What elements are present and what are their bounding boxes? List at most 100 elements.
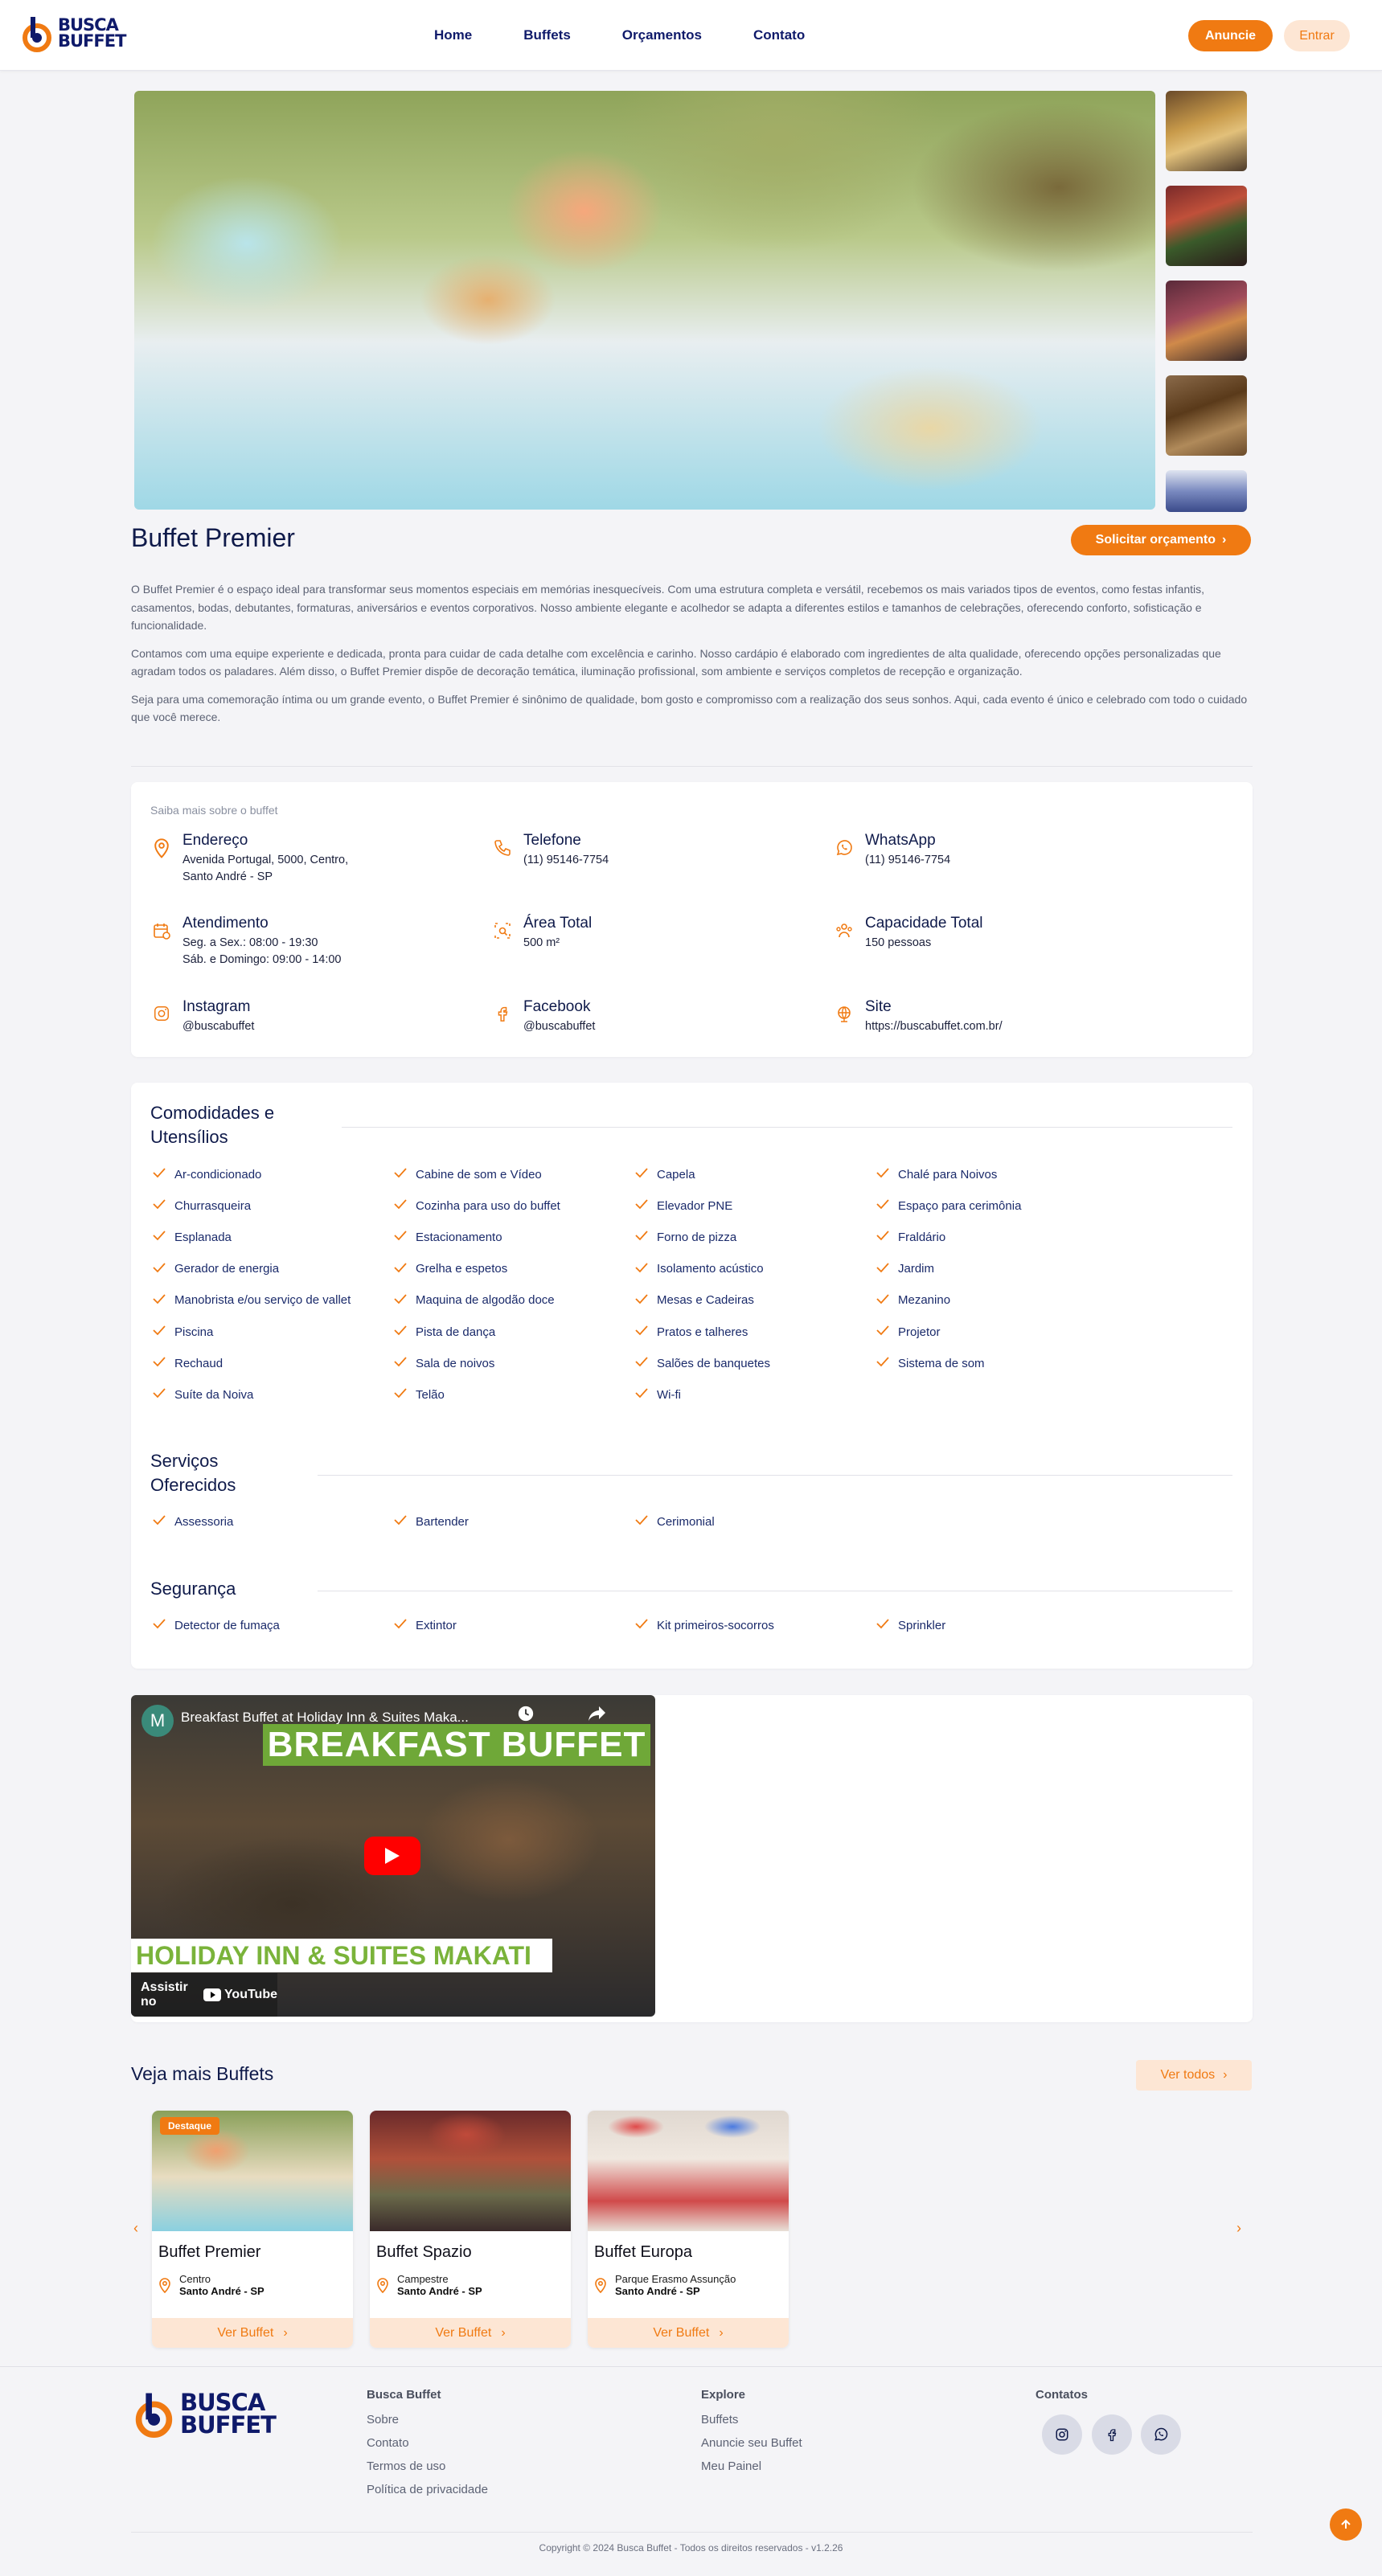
instagram-icon [150, 1005, 173, 1027]
info-label: Atendimento [182, 915, 269, 932]
info-label: WhatsApp [865, 832, 936, 849]
footer-col-contatos: Contatos [1035, 2388, 1088, 2402]
check-icon [393, 1356, 408, 1370]
amenities-card: Comodidades e Utensílios Ar-condicionado C… [131, 1083, 1253, 1669]
amenity-item: Grelha e espetos [393, 1262, 507, 1276]
footer-link[interactable]: Política de privacidade [367, 2483, 488, 2496]
gallery-thumb[interactable] [1166, 281, 1247, 361]
check-icon [634, 1167, 649, 1182]
amenity-item: Wi-fi [634, 1387, 681, 1402]
info-telefone[interactable]: Telefone (11) 95146-7754 [491, 832, 609, 869]
footer-logo[interactable]: BUSCA BUFFET [135, 2391, 277, 2438]
amenity-item: Kit primeiros-socorros [634, 1618, 774, 1632]
footer-link[interactable]: Contato [367, 2436, 488, 2450]
anuncie-button[interactable]: Anuncie [1188, 20, 1273, 51]
info-label: Telefone [523, 832, 581, 849]
amenity-item: Detector de fumaça [152, 1618, 280, 1632]
gallery-thumb[interactable] [1166, 375, 1247, 456]
buffet-card[interactable]: Buffet Europa Parque Erasmo Assunção Sant… [588, 2111, 789, 2348]
globe-icon [833, 1005, 855, 1027]
destaque-badge: Destaque [160, 2117, 220, 2135]
whatsapp-icon[interactable] [1141, 2414, 1181, 2455]
map-pin-icon [150, 838, 173, 861]
watch-on-youtube-button[interactable]: Assistir no YouTube [131, 1973, 277, 2017]
footer-col-explore: Explore Buffets Anuncie seu Buffet Meu P… [701, 2388, 802, 2473]
hero-image[interactable] [134, 91, 1155, 510]
check-icon [876, 1618, 890, 1632]
buffet-card[interactable]: Buffet Spazio Campestre Santo André - SP … [370, 2111, 571, 2348]
facebook-icon[interactable] [1092, 2414, 1132, 2455]
check-icon [393, 1325, 408, 1339]
check-icon [393, 1198, 408, 1213]
amenity-item: Fraldário [876, 1230, 945, 1244]
footer-link[interactable]: Meu Painel [701, 2459, 802, 2473]
amenity-item: Telão [393, 1387, 445, 1402]
buffet-card-name: Buffet Spazio [376, 2243, 472, 2261]
footer-link[interactable]: Sobre [367, 2413, 488, 2427]
amenity-item: Pratos e talheres [634, 1325, 748, 1339]
info-whatsapp[interactable]: WhatsApp (11) 95146-7754 [833, 832, 950, 869]
channel-avatar[interactable]: M [141, 1705, 174, 1737]
check-icon [152, 1618, 166, 1632]
info-facebook[interactable]: Facebook @buscabuffet [491, 998, 595, 1035]
video-title[interactable]: Breakfast Buffet at Holiday Inn & Suites… [181, 1710, 469, 1726]
watch-later-icon[interactable] [517, 1705, 535, 1726]
nav-contato[interactable]: Contato [753, 27, 805, 43]
buffet-card-image [588, 2111, 789, 2231]
info-value: (11) 95146-7754 [523, 854, 609, 866]
check-icon [393, 1230, 408, 1244]
buffet-card-location: Parque Erasmo Assunção Santo André - SP [594, 2273, 736, 2297]
footer-link[interactable]: Termos de uso [367, 2459, 488, 2473]
ver-todos-button[interactable]: Ver todos › [1136, 2060, 1252, 2091]
carousel-prev-arrow-icon[interactable]: ‹ [133, 2220, 138, 2237]
footer-link[interactable]: Buffets [701, 2413, 802, 2427]
map-pin-icon [595, 2278, 606, 2294]
brand-logo[interactable]: BUSCA BUFFET [23, 15, 126, 52]
play-button[interactable] [364, 1837, 420, 1875]
instagram-icon[interactable] [1042, 2414, 1082, 2455]
info-label: Área Total [523, 915, 593, 932]
info-site[interactable]: Site https://buscabuffet.com.br/ [833, 998, 1003, 1035]
gallery-thumb[interactable] [1166, 470, 1247, 512]
youtube-embed[interactable]: M Breakfast Buffet at Holiday Inn & Suit… [131, 1695, 655, 2017]
ver-buffet-button[interactable]: Ver Buffet › [370, 2318, 571, 2348]
nav-home[interactable]: Home [434, 27, 472, 43]
ver-buffet-button[interactable]: Ver Buffet › [152, 2318, 353, 2348]
gallery-thumb[interactable] [1166, 186, 1247, 266]
amenity-item: Mesas e Cadeiras [634, 1293, 754, 1308]
solicitar-orcamento-button[interactable]: Solicitar orçamento › [1071, 525, 1251, 555]
divider [131, 2532, 1253, 2533]
ver-buffet-button[interactable]: Ver Buffet › [588, 2318, 789, 2348]
info-instagram[interactable]: Instagram @buscabuffet [150, 998, 254, 1035]
nav-buffets[interactable]: Buffets [523, 27, 571, 43]
facebook-icon [491, 1005, 514, 1027]
share-icon[interactable] [588, 1705, 607, 1726]
video-banner-top: BREAKFAST BUFFET [263, 1724, 650, 1766]
amenity-item: Sprinkler [876, 1618, 945, 1632]
back-to-top-button[interactable] [1330, 2508, 1362, 2541]
map-pin-icon [377, 2278, 388, 2294]
footer-link[interactable]: Anuncie seu Buffet [701, 2436, 802, 2450]
description-paragraph: Seja para uma comemoração íntima ou um g… [131, 692, 1248, 724]
amenity-item: Projetor [876, 1325, 941, 1339]
entrar-button[interactable]: Entrar [1284, 20, 1350, 51]
check-icon [634, 1387, 649, 1402]
amenity-item: Espaço para cerimônia [876, 1198, 1021, 1213]
info-value: Sáb. e Domingo: 09:00 - 14:00 [182, 953, 342, 966]
gallery-thumb[interactable] [1166, 91, 1247, 171]
nav-orcamentos[interactable]: Orçamentos [622, 27, 702, 43]
amenity-item: Capela [634, 1167, 695, 1182]
amenity-item: Sistema de som [876, 1356, 985, 1370]
calendar-clock-icon [150, 921, 173, 944]
logo-mark-icon [135, 2391, 177, 2438]
buffet-card[interactable]: Destaque Buffet Premier Centro Santo Andr… [152, 2111, 353, 2348]
page-title: Buffet Premier [131, 523, 295, 552]
divider [318, 1475, 1232, 1476]
carousel-next-arrow-icon[interactable]: › [1236, 2220, 1241, 2237]
check-icon [152, 1262, 166, 1276]
amenity-item: Esplanada [152, 1230, 232, 1244]
gallery-thumbnails [1166, 91, 1247, 526]
amenity-item: Isolamento acústico [634, 1262, 764, 1276]
buffet-card-name: Buffet Premier [158, 2243, 261, 2261]
video-card: M Breakfast Buffet at Holiday Inn & Suit… [131, 1695, 1253, 2022]
